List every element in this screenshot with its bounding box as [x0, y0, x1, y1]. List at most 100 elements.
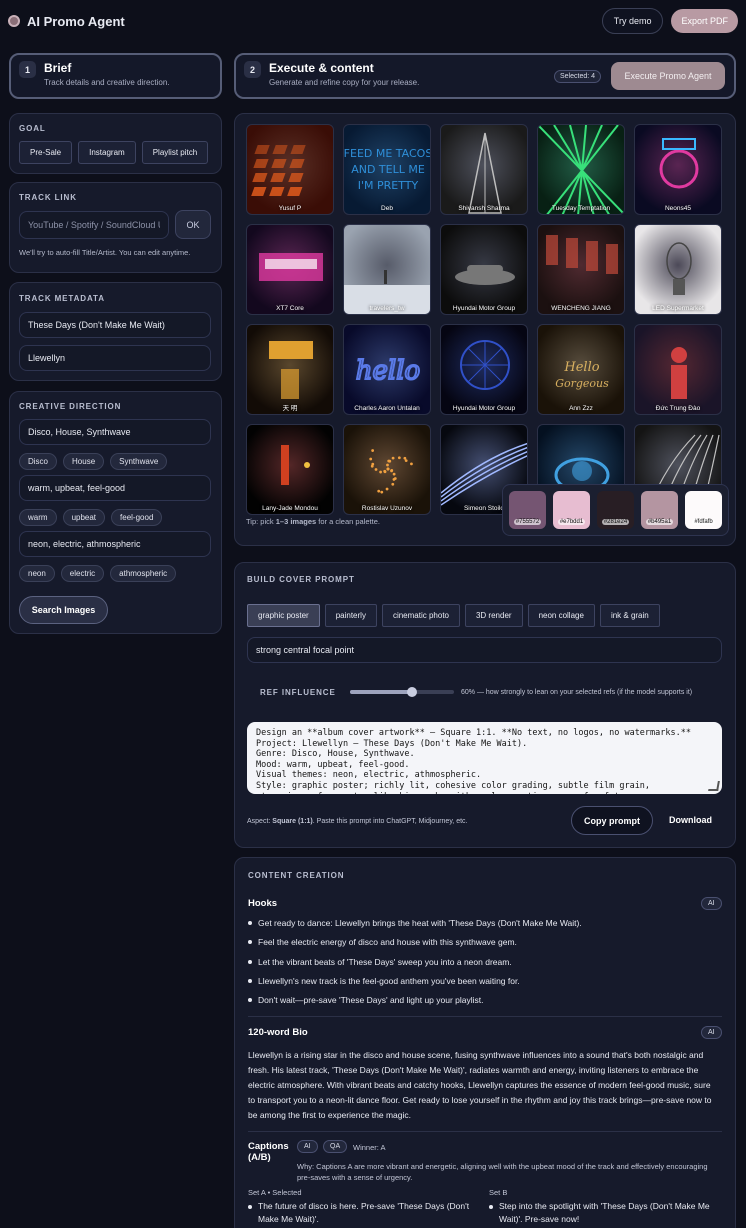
mood-chip[interactable]: warm [19, 509, 57, 526]
set-a-label: Set A • Selected [248, 1188, 302, 1197]
image-tile[interactable]: Đức Trung Đào [634, 324, 722, 415]
track-link-ok-button[interactable]: OK [175, 210, 211, 239]
app-header: AI Promo Agent Try demo Export PDF [0, 0, 746, 42]
step-number: 1 [19, 61, 36, 78]
image-thumbnail [259, 253, 323, 281]
captions-ai-tag[interactable]: AI [297, 1140, 318, 1153]
hook-item: Feel the electric energy of disco and ho… [248, 937, 582, 947]
image-tile[interactable]: LED Supermarket [634, 224, 722, 315]
theme-chip[interactable]: neon [19, 565, 55, 582]
image-tile[interactable]: travelers_tw [343, 224, 431, 315]
style-neon-collage[interactable]: neon collage [527, 604, 595, 627]
themes-input[interactable]: neon, electric, athmospheric [19, 531, 211, 557]
mood-chips: warm upbeat feel-good [19, 509, 163, 526]
aspect-suffix: . Paste this prompt into ChatGPT, Midjou… [312, 818, 468, 825]
image-tile[interactable]: Tuesday Temptation [537, 124, 625, 215]
download-button[interactable]: Download [669, 815, 712, 825]
swatch-hex-label: #e7bdd1 [557, 519, 586, 525]
mood-chip[interactable]: upbeat [62, 509, 106, 526]
image-thumbnail [281, 445, 310, 485]
image-thumbnail [460, 340, 510, 390]
goal-option-pre-sale[interactable]: Pre-Sale [19, 141, 73, 164]
image-tile[interactable]: Rostislav Uzunov [343, 424, 431, 515]
image-credit: 天 明 [282, 405, 298, 412]
goal-option-instagram[interactable]: Instagram [78, 141, 136, 164]
genre-chip[interactable]: Disco [19, 453, 58, 470]
style-painterly[interactable]: painterly [324, 604, 377, 627]
image-thumbnail [538, 125, 624, 214]
captions-qa-tag[interactable]: QA [323, 1140, 348, 1153]
genres-input[interactable]: Disco, House, Synthwave [19, 419, 211, 445]
image-tile[interactable]: Neons45 [634, 124, 722, 215]
image-thumbnail: Hello Gorgeous [555, 360, 609, 390]
track-link-label: TRACK LINK [19, 193, 77, 202]
image-tile[interactable]: Hyundai Motor Group [440, 224, 528, 315]
mood-chip[interactable]: feel-good [111, 509, 163, 526]
theme-chip[interactable]: electric [60, 565, 105, 582]
hooks-list: Get ready to dance: Llewellyn brings the… [248, 918, 582, 1014]
image-tile[interactable]: XT7 Core [246, 224, 334, 315]
image-tile[interactable]: Shivansh Sharma [440, 124, 528, 215]
palette-swatch[interactable]: #b495a1 [641, 491, 678, 529]
track-link-placeholder: YouTube / Spotify / SoundCloud URL [28, 220, 160, 230]
try-demo-button[interactable]: Try demo [601, 8, 664, 34]
image-tile[interactable]: Hyundai Motor Group [440, 324, 528, 415]
focal-point-input[interactable]: strong central focal point [247, 637, 722, 663]
cover-prompt-textarea[interactable]: Design an **album cover artwork** — Squa… [247, 722, 722, 794]
style-graphic-poster[interactable]: graphic poster [247, 604, 320, 627]
artist-input[interactable]: Llewellyn [19, 345, 211, 371]
aspect-bold: Square (1:1) [272, 818, 313, 825]
ref-influence-slider[interactable] [350, 687, 454, 697]
image-tile[interactable]: Hello Gorgeous Ann Zzz [537, 324, 625, 415]
style-options: graphic poster painterly cinematic photo… [247, 604, 660, 627]
image-credit: Rostislav Uzunov [361, 505, 413, 512]
image-thumbnail [546, 235, 618, 274]
image-tile[interactable]: hello Charles Aaron Untalan [343, 324, 431, 415]
cover-prompt-label: BUILD COVER PROMPT [247, 575, 355, 584]
image-credit: Tuesday Temptation [551, 205, 611, 212]
image-thumbnail [666, 242, 692, 295]
goal-option-playlist-pitch[interactable]: Playlist pitch [141, 141, 209, 164]
image-credit: Ann Zzz [569, 405, 593, 412]
palette-swatch[interactable]: #281e24 [597, 491, 634, 529]
tip-prefix: Tip: pick [246, 517, 276, 526]
palette-swatch[interactable]: #e7bdd1 [553, 491, 590, 529]
hooks-ai-tag[interactable]: AI [701, 897, 722, 910]
tip-bold: 1–3 images [275, 517, 317, 526]
resize-handle-icon[interactable] [708, 781, 720, 791]
image-credit: Shivansh Sharma [458, 205, 510, 212]
execute-step: 2 Execute & content Generate and refine … [244, 61, 419, 87]
genre-chip[interactable]: Synthwave [110, 453, 168, 470]
image-tile[interactable]: Yusuf P [246, 124, 334, 215]
image-credit: travelers_tw [369, 305, 405, 312]
palette-swatch[interactable]: #fdfafb [685, 491, 722, 529]
style-3d-render[interactable]: 3D render [464, 604, 523, 627]
execute-promo-agent-button[interactable]: Execute Promo Agent [611, 62, 725, 90]
image-thumbnail [468, 132, 502, 214]
prompt-line: Style: graphic poster; richly lit, cohes… [256, 780, 651, 791]
image-credit: Hyundai Motor Group [452, 405, 516, 412]
track-link-input[interactable]: YouTube / Spotify / SoundCloud URL [19, 211, 169, 239]
image-grid: Yusuf P FEED ME TACOS AND TELL ME I'M PRETT… [246, 124, 722, 515]
bio-ai-tag[interactable]: AI [701, 1026, 722, 1039]
search-images-button[interactable]: Search Images [19, 596, 108, 624]
palette-swatch[interactable]: #755572 [509, 491, 546, 529]
image-tile[interactable]: 天 明 [246, 324, 334, 415]
ref-influence-label: REF INFLUENCE [260, 688, 336, 697]
swatch-hex-label: #fdfafb [692, 519, 715, 525]
copy-prompt-button[interactable]: Copy prompt [571, 806, 653, 835]
caption-a-item: The future of disco is here. Pre-save 'T… [248, 1200, 478, 1226]
image-tile[interactable]: FEED ME TACOS AND TELL ME I'M PRETTY Deb [343, 124, 431, 215]
track-title-input[interactable]: These Days (Don't Make Me Wait) [19, 312, 211, 338]
export-pdf-button[interactable]: Export PDF [671, 9, 738, 33]
theme-chip[interactable]: athmospheric [110, 565, 177, 582]
image-tile[interactable]: Lany-Jade Mondou [246, 424, 334, 515]
step-subtitle: Track details and creative direction. [44, 78, 170, 87]
genre-chip[interactable]: House [63, 453, 105, 470]
image-credit: Hyundai Motor Group [452, 305, 516, 312]
bio-text: Llewellyn is a rising star in the disco … [248, 1050, 712, 1120]
mood-input[interactable]: warm, upbeat, feel-good [19, 475, 211, 501]
image-tile[interactable]: WENCHENG JIANG [537, 224, 625, 315]
style-ink-grain[interactable]: ink & grain [599, 604, 660, 627]
style-cinematic-photo[interactable]: cinematic photo [381, 604, 460, 627]
